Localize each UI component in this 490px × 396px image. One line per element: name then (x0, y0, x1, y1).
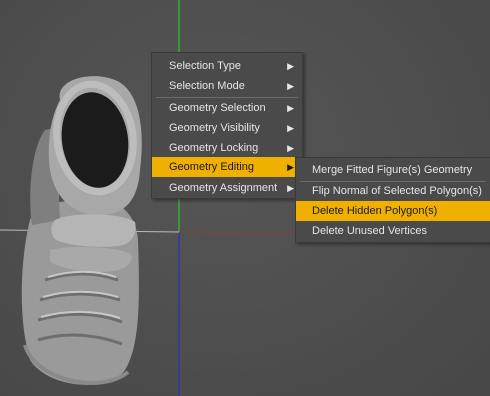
menu-item-geometry-locking[interactable]: Geometry Locking ▶ (152, 138, 302, 158)
triangle-right-icon: ▶ (287, 103, 294, 113)
submenu-item-label: Delete Unused Vertices (312, 225, 427, 237)
submenu-item-flip-normal[interactable]: Flip Normal of Selected Polygon(s) (296, 181, 490, 201)
triangle-right-icon: ▶ (287, 61, 294, 71)
menu-item-label: Selection Type (169, 60, 241, 72)
boot-model[interactable] (21, 76, 142, 385)
menu-item-label: Selection Mode (169, 80, 245, 92)
menu-item-label: Geometry Locking (169, 142, 259, 154)
submenu-item-delete-unused-vertices[interactable]: Delete Unused Vertices (296, 221, 490, 241)
3d-viewport[interactable]: Selection Type ▶ Selection Mode ▶ Geomet… (0, 0, 490, 396)
triangle-right-icon: ▶ (287, 183, 294, 193)
menu-item-label: Geometry Editing (169, 161, 254, 173)
submenu-item-merge-fitted-geometry[interactable]: Merge Fitted Figure(s) Geometry (296, 160, 490, 180)
menu-item-selection-mode[interactable]: Selection Mode ▶ (152, 76, 302, 96)
triangle-right-icon: ▶ (287, 162, 294, 172)
menu-item-label: Geometry Assignment (169, 182, 278, 194)
context-menu: Selection Type ▶ Selection Mode ▶ Geomet… (151, 52, 303, 199)
triangle-right-icon: ▶ (287, 123, 294, 133)
geometry-editing-submenu: Merge Fitted Figure(s) Geometry Flip Nor… (295, 157, 490, 243)
submenu-item-label: Merge Fitted Figure(s) Geometry (312, 164, 473, 176)
menu-item-geometry-selection[interactable]: Geometry Selection ▶ (152, 98, 302, 118)
menu-item-geometry-editing[interactable]: Geometry Editing ▶ (152, 157, 302, 177)
triangle-right-icon: ▶ (287, 81, 294, 91)
menu-item-label: Geometry Visibility (169, 122, 260, 134)
menu-item-geometry-assignment[interactable]: Geometry Assignment ▶ (152, 178, 302, 198)
menu-item-selection-type[interactable]: Selection Type ▶ (152, 56, 302, 76)
submenu-item-label: Delete Hidden Polygon(s) (312, 205, 438, 217)
triangle-right-icon: ▶ (287, 143, 294, 153)
menu-item-geometry-visibility[interactable]: Geometry Visibility ▶ (152, 118, 302, 138)
submenu-item-label: Flip Normal of Selected Polygon(s) (312, 185, 482, 197)
submenu-item-delete-hidden-polygons[interactable]: Delete Hidden Polygon(s) (296, 201, 490, 221)
menu-item-label: Geometry Selection (169, 102, 266, 114)
